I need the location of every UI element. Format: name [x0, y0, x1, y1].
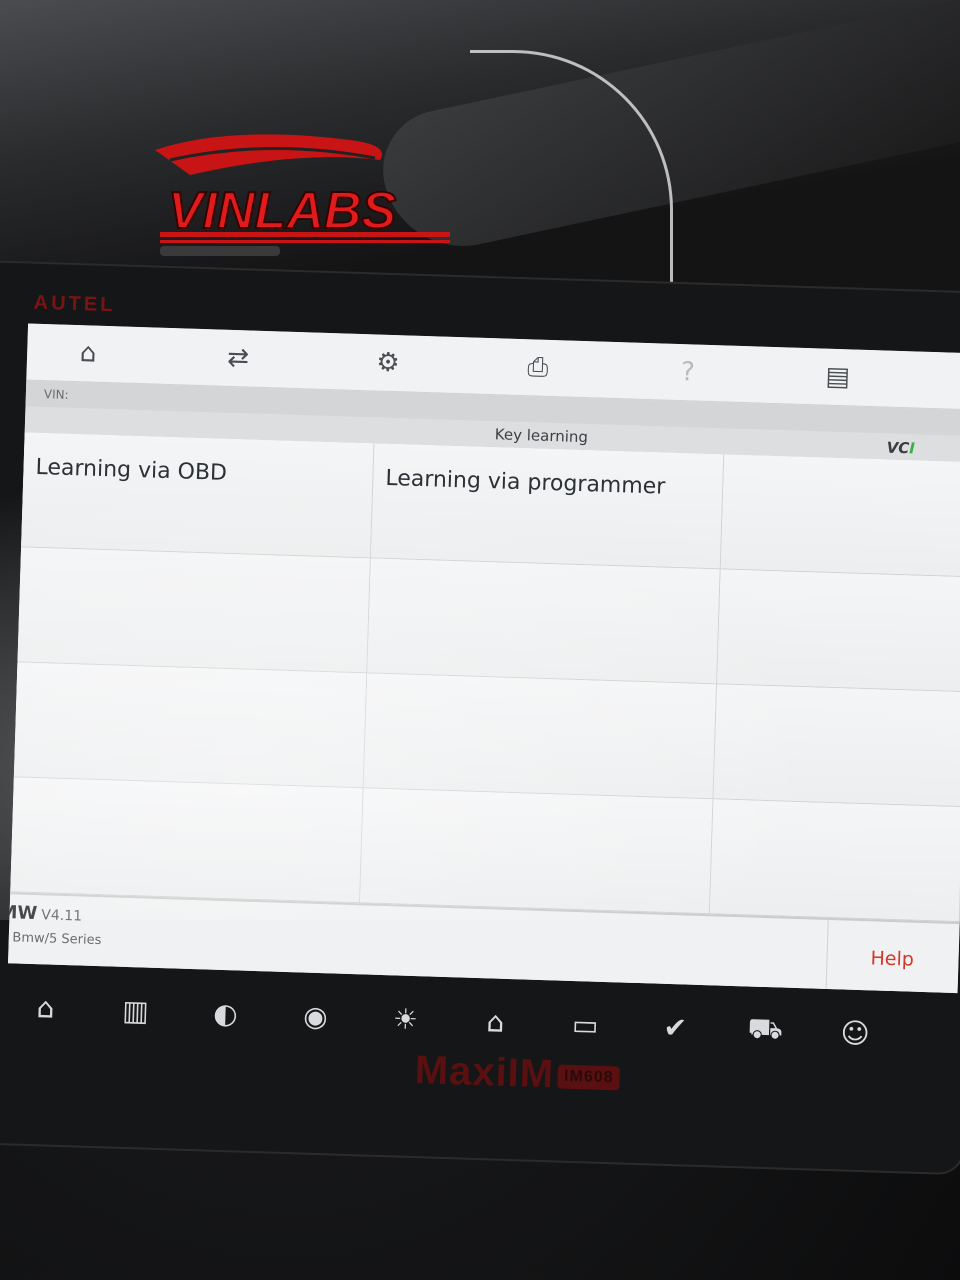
home-icon[interactable]: ⌂ — [71, 337, 106, 370]
function-grid: Learning via OBD Learning via programmer — [10, 432, 960, 923]
autel-brand-label: AUTEL — [33, 291, 116, 317]
vci-status: VCI — [886, 438, 916, 458]
empty-cell — [720, 454, 960, 578]
vci-icon[interactable]: ▭ — [566, 1007, 605, 1042]
help-icon[interactable]: ? — [670, 356, 705, 389]
car-icon[interactable]: ⛟ — [746, 1011, 785, 1047]
empty-cell — [360, 788, 714, 915]
printer-icon[interactable]: ⎙ — [520, 351, 555, 384]
empty-cell — [13, 662, 368, 789]
vehicle-swap-icon[interactable]: ⇄ — [221, 342, 256, 375]
screen: ⌂ ⇄ ⚙ ⎙ ? ▤ VIN: Key learning VCI Learni… — [7, 323, 960, 994]
save-icon[interactable]: ▤ — [820, 360, 855, 393]
gear-icon[interactable]: ⚙ — [371, 346, 406, 379]
home-icon[interactable]: ⌂ — [26, 990, 65, 1025]
menu-item-learning-programmer[interactable]: Learning via programmer — [370, 443, 725, 570]
menu-item-learning-obd[interactable]: Learning via OBD — [21, 432, 375, 559]
vehicle-path: r: Bmw/5 Series — [7, 929, 102, 949]
vin-label: VIN: — [43, 387, 69, 402]
vehicle-check-icon[interactable]: ✔ — [656, 1010, 695, 1045]
empty-cell — [363, 673, 718, 800]
browser-icon[interactable]: ◐ — [206, 995, 245, 1030]
logo-text: VINLABS — [168, 182, 397, 240]
camera-icon[interactable]: ◉ — [296, 998, 335, 1033]
page-title: Key learning — [494, 425, 589, 447]
maxi-home-icon[interactable]: ⌂ — [476, 1004, 515, 1039]
empty-cell — [713, 684, 960, 808]
autel-tablet: AUTEL ⌂ ⇄ ⚙ ⎙ ? ▤ VIN: Key learning VCI … — [0, 262, 960, 1174]
help-button[interactable]: Help — [870, 947, 914, 970]
software-version: V4.11 — [41, 907, 83, 925]
vinlabs-logo: VINLABS — [155, 134, 450, 256]
multitask-icon[interactable]: ▥ — [116, 993, 155, 1028]
vehicle-info: MW V4.11 — [8, 902, 82, 926]
empty-cell — [10, 777, 364, 904]
empty-cell — [709, 799, 960, 923]
empty-cell — [717, 569, 960, 693]
divider — [825, 919, 829, 992]
model-label: MaxiIM IM608 — [414, 1048, 620, 1099]
user-car-icon[interactable]: ☺ — [836, 1015, 875, 1050]
brightness-icon[interactable]: ☀ — [386, 1001, 425, 1036]
empty-cell — [17, 547, 371, 674]
empty-cell — [367, 558, 721, 685]
vehicle-make: MW — [7, 901, 38, 925]
